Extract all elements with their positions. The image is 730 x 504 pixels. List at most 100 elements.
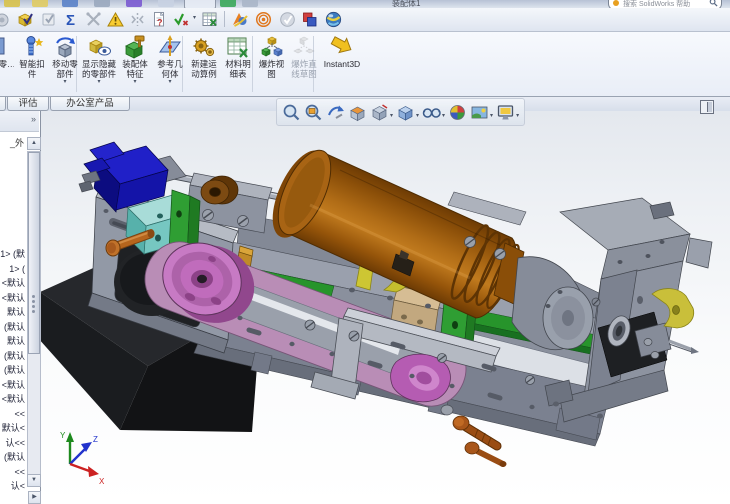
excel-table-icon[interactable] <box>200 10 220 29</box>
display-pane-toggle-icon[interactable] <box>700 100 714 114</box>
quick-access-button[interactable] <box>242 0 258 7</box>
search-input[interactable]: 搜索 SolidWorks 帮助 <box>608 0 722 8</box>
quick-access-button[interactable] <box>32 0 48 7</box>
rebuild-button-partial[interactable] <box>126 0 142 7</box>
svg-text:?: ? <box>157 18 163 28</box>
insert-component-icon <box>0 34 14 60</box>
tree-item[interactable]: 默认< <box>0 421 25 436</box>
tree-item[interactable]: 1> (默 <box>0 247 25 262</box>
instant3d-button[interactable]: Instant3D <box>318 34 366 94</box>
tree-item[interactable]: <默认 <box>0 392 25 407</box>
tree-root-label-fragment[interactable]: _外 <box>0 136 24 149</box>
circle-check-grayed-icon[interactable] <box>278 10 298 29</box>
scroll-right-button[interactable]: ▶ <box>28 491 41 504</box>
move-component-button[interactable]: 移动零部件 ▾ <box>50 34 80 94</box>
show-hidden-components-button[interactable]: 显示隐藏的零部件 ▾ <box>82 34 116 94</box>
file-question-icon[interactable]: ? <box>150 10 170 29</box>
verification-box-icon[interactable] <box>16 10 36 29</box>
explode-line-sketch-button[interactable]: 爆炸直线草图 <box>288 34 320 94</box>
save-button-partial[interactable] <box>62 0 78 7</box>
design-check-icon[interactable] <box>172 10 192 29</box>
dropdown-caret-icon: ▾ <box>63 79 67 85</box>
tree-item[interactable]: <默认 <box>0 291 25 306</box>
section-view-icon[interactable] <box>347 102 368 123</box>
graphics-viewport[interactable] <box>40 111 730 504</box>
tree-item[interactable]: (默认 <box>0 320 25 335</box>
quick-access-button[interactable] <box>94 0 110 7</box>
scrollbar-grip-dots <box>32 293 35 315</box>
interference-partial-icon[interactable] <box>0 10 12 29</box>
dropdown-caret-icon[interactable]: ▾ <box>416 112 419 119</box>
checkbox-grayed-icon[interactable] <box>40 10 60 29</box>
symmetry-grayed-icon[interactable] <box>128 10 148 29</box>
tree-item[interactable]: 默认 <box>0 305 25 320</box>
dropdown-caret-icon[interactable]: ▾ <box>193 14 196 21</box>
previous-view-icon[interactable] <box>325 102 346 123</box>
search-flyout-icon[interactable] <box>613 0 619 6</box>
reference-geometry-button[interactable]: 参考几何体 ▾ <box>154 34 186 94</box>
dropdown-caret-icon[interactable]: ▾ <box>490 112 493 119</box>
dropdown-caret-icon: ▾ <box>133 79 137 85</box>
tab-assembly-partial[interactable] <box>0 97 6 111</box>
tree-item[interactable]: << <box>0 465 25 480</box>
toolbar-separator <box>224 11 225 27</box>
new-motion-study-button[interactable]: 新建运动算例 <box>188 34 220 94</box>
command-manager-ribbon: 零… 智能扣件 移动零部件 ▾ 显示隐藏的零部件 ▾ 装配体特征 ▾ 参考几何体… <box>0 32 730 97</box>
tree-item[interactable]: << <box>0 407 25 422</box>
smart-fasteners-button[interactable]: 智能扣件 <box>17 34 47 94</box>
exploded-view-icon <box>259 34 285 60</box>
tree-item[interactable]: <默认 <box>0 276 25 291</box>
title-bar: 装配体1 搜索 SolidWorks 帮助 <box>0 0 730 8</box>
svg-text:Σ: Σ <box>66 12 75 29</box>
expand-panel-chevron-icon[interactable]: » <box>31 114 36 124</box>
solidworks-window: 装配体1 搜索 SolidWorks 帮助 Σ ? ▾ 零 智能扣件 移动零部件… <box>0 0 730 504</box>
window-title: 装配体1 <box>392 0 421 8</box>
dropdown-caret-icon[interactable]: ▾ <box>390 112 393 119</box>
scroll-up-button[interactable]: ▲ <box>27 137 41 150</box>
tree-item[interactable]: 认<< <box>0 436 25 451</box>
zoom-to-area-icon[interactable] <box>303 102 324 123</box>
insert-components-button-partial[interactable]: 零… <box>0 34 14 94</box>
new-motion-study-icon <box>191 34 217 60</box>
zoom-to-fit-icon[interactable] <box>281 102 302 123</box>
tree-item[interactable]: 1> ( <box>0 262 25 277</box>
scroll-down-button[interactable]: ▼ <box>27 474 41 487</box>
presentation-colorful-icon[interactable] <box>230 10 250 29</box>
search-icon[interactable] <box>709 0 718 7</box>
apply-scene-icon[interactable] <box>469 102 490 123</box>
tab-evaluate[interactable]: 评估 <box>7 97 49 111</box>
edit-appearance-icon[interactable] <box>447 102 468 123</box>
search-placeholder: 搜索 SolidWorks 帮助 <box>623 1 691 8</box>
dropdown-caret-icon[interactable]: ▾ <box>442 112 445 119</box>
tree-item[interactable]: (默认 <box>0 450 25 465</box>
assembly-features-icon <box>122 34 148 60</box>
assembly-features-button[interactable]: 装配体特征 ▾ <box>119 34 151 94</box>
select-tool-button-partial[interactable] <box>184 0 216 8</box>
tree-item[interactable]: 默认 <box>0 334 25 349</box>
view-settings-icon[interactable] <box>495 102 516 123</box>
tree-scrollbar-thumb[interactable] <box>28 152 40 354</box>
quick-access-button[interactable] <box>220 0 236 7</box>
exploded-view-button[interactable]: 爆炸视图 <box>257 34 286 94</box>
hide-show-items-icon[interactable] <box>421 102 442 123</box>
tree-item[interactable]: <默认 <box>0 378 25 393</box>
tree-item[interactable]: (默认 <box>0 363 25 378</box>
dropdown-caret-icon[interactable]: ▾ <box>516 112 519 119</box>
bill-of-materials-button[interactable]: 材料明细表 <box>222 34 254 94</box>
quick-access-button[interactable] <box>4 0 20 7</box>
show-hidden-components-icon <box>86 34 112 60</box>
quick-access-button[interactable] <box>158 0 174 7</box>
smart-fasteners-icon <box>19 34 45 60</box>
view-orientation-icon[interactable] <box>369 102 390 123</box>
edrawings-sphere-icon[interactable] <box>324 10 344 29</box>
display-style-icon[interactable] <box>395 102 416 123</box>
warning-triangle-icon[interactable] <box>106 10 126 29</box>
tree-item[interactable]: 认< <box>0 479 25 494</box>
equations-sigma-icon[interactable]: Σ <box>62 10 82 29</box>
tree-item[interactable]: (默认 <box>0 349 25 364</box>
rings-orange-icon[interactable] <box>254 10 274 29</box>
compare-squares-icon[interactable] <box>300 10 320 29</box>
tree-scrollbar-track[interactable] <box>27 151 41 475</box>
tab-office-products[interactable]: 办公室产品 <box>50 97 130 111</box>
measure-grayed-icon[interactable] <box>84 10 104 29</box>
